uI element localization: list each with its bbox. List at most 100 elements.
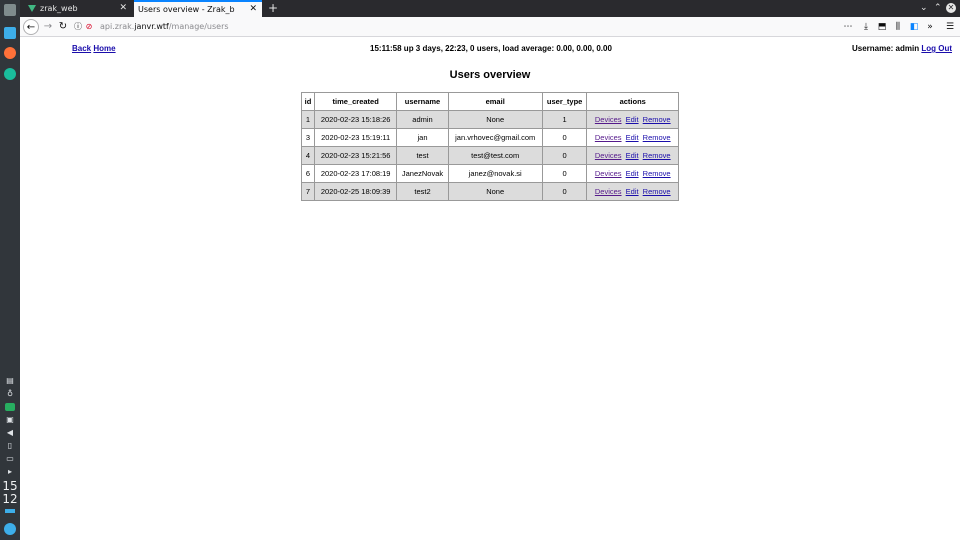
app-launcher-icon[interactable] bbox=[4, 68, 16, 80]
cell-username: jan bbox=[396, 128, 449, 147]
back-link[interactable]: Back bbox=[72, 44, 91, 53]
printer-icon[interactable]: ▤ bbox=[5, 377, 15, 385]
maximize-icon[interactable]: ⌃ bbox=[934, 0, 942, 17]
cell-id: 4 bbox=[301, 146, 315, 165]
clock-minute: 12 bbox=[2, 492, 18, 506]
insecure-lock-icon[interactable]: ⊘ bbox=[84, 19, 94, 35]
devices-link[interactable]: Devices bbox=[595, 151, 622, 160]
remove-link[interactable]: Remove bbox=[643, 169, 671, 178]
page-content: Back Home 15:11:58 up 3 days, 22:23, 0 u… bbox=[20, 38, 960, 540]
back-button[interactable]: ← bbox=[23, 19, 39, 35]
tab-zrak-web[interactable]: zrak_web ✕ bbox=[24, 0, 132, 17]
page-actions-icon[interactable]: ⋯ bbox=[842, 20, 854, 34]
minimize-icon[interactable]: ⌄ bbox=[920, 0, 928, 17]
cell-actions: Devices Edit Remove bbox=[586, 110, 679, 129]
network-icon[interactable]: ▭ bbox=[5, 455, 15, 463]
tab-users-overview[interactable]: Users overview - Zrak_b ✕ bbox=[134, 0, 262, 17]
header-time-created: time_created bbox=[313, 92, 398, 111]
app-menu-icon[interactable] bbox=[4, 4, 16, 16]
url-prefix: api.zrak. bbox=[100, 22, 135, 31]
cell-actions: Devices Edit Remove bbox=[586, 146, 679, 165]
firefox-icon[interactable] bbox=[4, 47, 16, 59]
overflow-menu-icon[interactable]: » bbox=[924, 20, 936, 34]
remove-link[interactable]: Remove bbox=[643, 151, 671, 160]
remove-link[interactable]: Remove bbox=[643, 187, 671, 196]
remove-link[interactable]: Remove bbox=[643, 133, 671, 142]
cell-time-created: 2020-02-23 17:08:19 bbox=[313, 164, 398, 183]
cell-id: 7 bbox=[301, 182, 315, 201]
edit-link[interactable]: Edit bbox=[626, 169, 639, 178]
header-user-type: user_type bbox=[541, 92, 588, 111]
cell-email: None bbox=[447, 110, 543, 129]
cell-email: None bbox=[447, 182, 543, 201]
header-username: username bbox=[396, 92, 449, 111]
expand-tray-icon[interactable]: ▸ bbox=[5, 468, 15, 476]
cell-id: 3 bbox=[301, 128, 315, 147]
page-title: Users overview bbox=[449, 69, 531, 81]
volume-icon[interactable]: ◀ bbox=[5, 429, 15, 437]
cell-username: admin bbox=[396, 110, 449, 129]
show-desktop-icon[interactable] bbox=[5, 509, 15, 513]
navigation-bar: ← → ↻ ⓘ ⊘ api.zrak.janvr.wtf/manage/user… bbox=[20, 17, 960, 37]
notification-icon[interactable]: ♁ bbox=[5, 390, 15, 398]
new-tab-button[interactable]: + bbox=[268, 0, 278, 17]
nav-links: Back Home bbox=[72, 44, 116, 53]
clock[interactable]: 15 12 bbox=[0, 480, 20, 506]
devices-link[interactable]: Devices bbox=[595, 115, 622, 124]
cell-email: janez@novak.si bbox=[447, 164, 543, 183]
synced-tabs-icon[interactable]: ◧ bbox=[908, 20, 920, 34]
cell-user-type: 0 bbox=[541, 128, 588, 147]
cell-time-created: 2020-02-23 15:19:11 bbox=[313, 128, 398, 147]
edit-link[interactable]: Edit bbox=[626, 133, 639, 142]
devices-link[interactable]: Devices bbox=[595, 187, 622, 196]
library-icon[interactable]: ⫼ bbox=[892, 20, 904, 34]
devices-link[interactable]: Devices bbox=[595, 169, 622, 178]
edit-link[interactable]: Edit bbox=[626, 187, 639, 196]
server-status: 15:11:58 up 3 days, 22:23, 0 users, load… bbox=[370, 44, 612, 53]
cell-email: jan.vrhovec@gmail.com bbox=[447, 128, 543, 147]
clipboard-icon[interactable]: ▣ bbox=[5, 416, 15, 424]
devices-link[interactable]: Devices bbox=[595, 133, 622, 142]
battery-icon[interactable]: ▯ bbox=[5, 442, 15, 450]
header-actions: actions bbox=[586, 92, 679, 111]
forward-button[interactable]: → bbox=[40, 19, 56, 35]
cell-id: 1 bbox=[301, 110, 315, 129]
url-domain: janvr.wtf bbox=[134, 22, 169, 31]
info-icon[interactable]: ⓘ bbox=[73, 19, 83, 35]
cell-username: test bbox=[396, 146, 449, 165]
table-row: 1 2020-02-23 15:18:26 admin None 1 Devices Ed… bbox=[301, 110, 679, 129]
table-row: 6 2020-02-23 17:08:19 JanezNovak janez@nova… bbox=[301, 164, 679, 183]
username-label: Username: admin bbox=[851, 44, 920, 53]
table-row: 4 2020-02-23 15:21:56 test test@test.com 0 De… bbox=[301, 146, 679, 165]
downloads-icon[interactable]: ⤓ bbox=[860, 20, 872, 34]
package-icon[interactable] bbox=[5, 403, 15, 411]
cell-time-created: 2020-02-23 15:18:26 bbox=[313, 110, 398, 129]
close-tab-icon[interactable]: ✕ bbox=[119, 0, 127, 17]
hamburger-menu-icon[interactable]: ☰ bbox=[944, 20, 956, 34]
cell-user-type: 0 bbox=[541, 164, 588, 183]
edit-link[interactable]: Edit bbox=[626, 151, 639, 160]
cell-time-created: 2020-02-25 18:09:39 bbox=[313, 182, 398, 201]
remove-link[interactable]: Remove bbox=[643, 115, 671, 124]
url-path: /manage/users bbox=[168, 22, 229, 31]
users-table: id time_created username email user_type… bbox=[301, 92, 679, 201]
edit-link[interactable]: Edit bbox=[626, 115, 639, 124]
cell-actions: Devices Edit Remove bbox=[586, 182, 679, 201]
vue-logo-icon bbox=[28, 5, 36, 12]
save-to-pocket-icon[interactable]: ⬒ bbox=[876, 20, 888, 34]
cell-user-type: 0 bbox=[541, 182, 588, 201]
cell-user-type: 1 bbox=[541, 110, 588, 129]
tab-title: Users overview - Zrak_b bbox=[138, 5, 235, 14]
logout-link[interactable]: Log Out bbox=[921, 44, 952, 53]
user-area: Username: admin Log Out bbox=[852, 44, 952, 53]
cell-actions: Devices Edit Remove bbox=[586, 164, 679, 183]
reload-button[interactable]: ↻ bbox=[55, 19, 71, 35]
cell-username: test2 bbox=[396, 182, 449, 201]
file-manager-icon[interactable] bbox=[4, 27, 16, 39]
plasma-icon[interactable] bbox=[4, 523, 16, 535]
home-link[interactable]: Home bbox=[93, 44, 115, 53]
close-window-icon[interactable]: ✕ bbox=[946, 3, 956, 13]
table-row: 3 2020-02-23 15:19:11 jan jan.vrhovec@gmail… bbox=[301, 128, 679, 147]
close-tab-icon[interactable]: ✕ bbox=[249, 2, 257, 17]
url-bar[interactable]: api.zrak.janvr.wtf/manage/users bbox=[100, 20, 884, 34]
